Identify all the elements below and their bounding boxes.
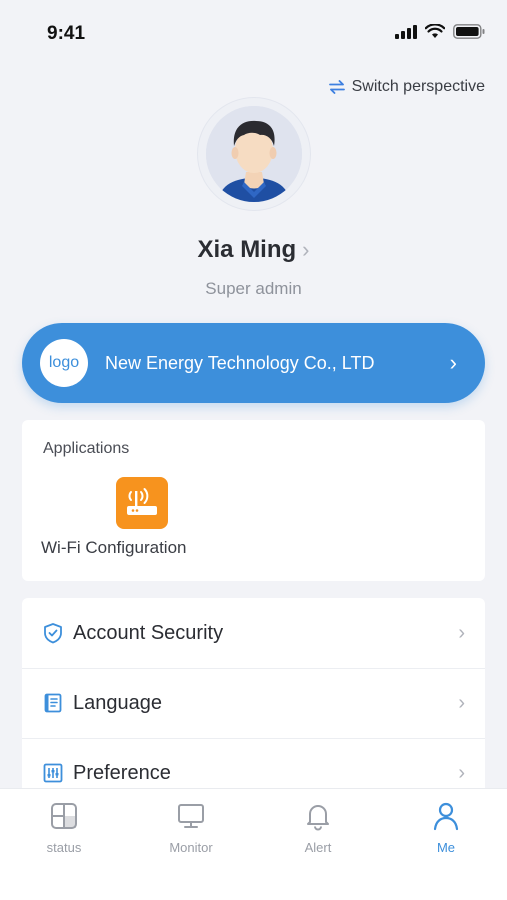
chevron-right-icon: › [458,621,465,644]
menu-item-language[interactable]: Language › [22,668,485,739]
status-icons [395,24,485,39]
chevron-right-icon: › [458,761,465,784]
dashboard-icon [51,803,77,829]
company-logo: logo [40,339,88,387]
tab-alert[interactable]: Alert [278,801,358,855]
tab-status[interactable]: status [24,801,104,855]
swap-arrows-icon [328,80,345,94]
company-name: New Energy Technology Co., LTD [105,352,375,373]
wifi-router-icon [116,477,168,529]
tab-label: Monitor [169,840,213,855]
app-label: Wi-Fi Configuration [41,538,187,557]
avatar[interactable] [198,98,310,210]
bell-icon [307,805,329,831]
menu-item-account-security[interactable]: Account Security › [22,598,485,669]
menu-item-label: Language [73,691,162,714]
signal-icon [395,24,417,39]
wifi-icon [425,24,445,38]
avatar-image [206,106,302,202]
switch-perspective-label: Switch perspective [351,78,485,95]
applications-title: Applications [43,440,130,457]
tab-monitor[interactable]: Monitor [151,801,231,855]
sliders-icon [42,762,64,784]
bottom-tab-bar: status Monitor Alert Me [0,789,507,900]
chevron-right-icon: › [449,350,457,375]
switch-perspective-button[interactable]: Switch perspective [328,78,485,96]
user-role: Super admin [205,279,302,298]
tab-label: Me [436,840,456,855]
monitor-icon [178,804,204,828]
chevron-right-icon: › [302,237,310,262]
tab-me[interactable]: Me [406,801,486,855]
user-name-text: Xia Ming [197,236,297,263]
person-icon [433,802,459,831]
shield-check-icon [42,622,64,644]
tab-label: Alert [304,840,332,855]
user-avatar-icon [206,106,302,202]
company-selector[interactable]: logo New Energy Technology Co., LTD › [22,323,485,403]
menu-item-label: Preference [73,761,171,784]
menu-item-label: Account Security [73,621,224,644]
tab-label: status [46,840,82,855]
book-icon [42,692,64,714]
applications-card: Applications Wi-Fi Configuration [22,420,485,581]
user-name[interactable]: Xia Ming › [0,236,507,264]
settings-menu: Account Security › Language › Preference… [22,598,485,798]
status-time: 9:41 [47,23,86,44]
status-bar: 9:41 [0,0,507,64]
chevron-right-icon: › [458,691,465,714]
battery-icon [453,24,485,39]
